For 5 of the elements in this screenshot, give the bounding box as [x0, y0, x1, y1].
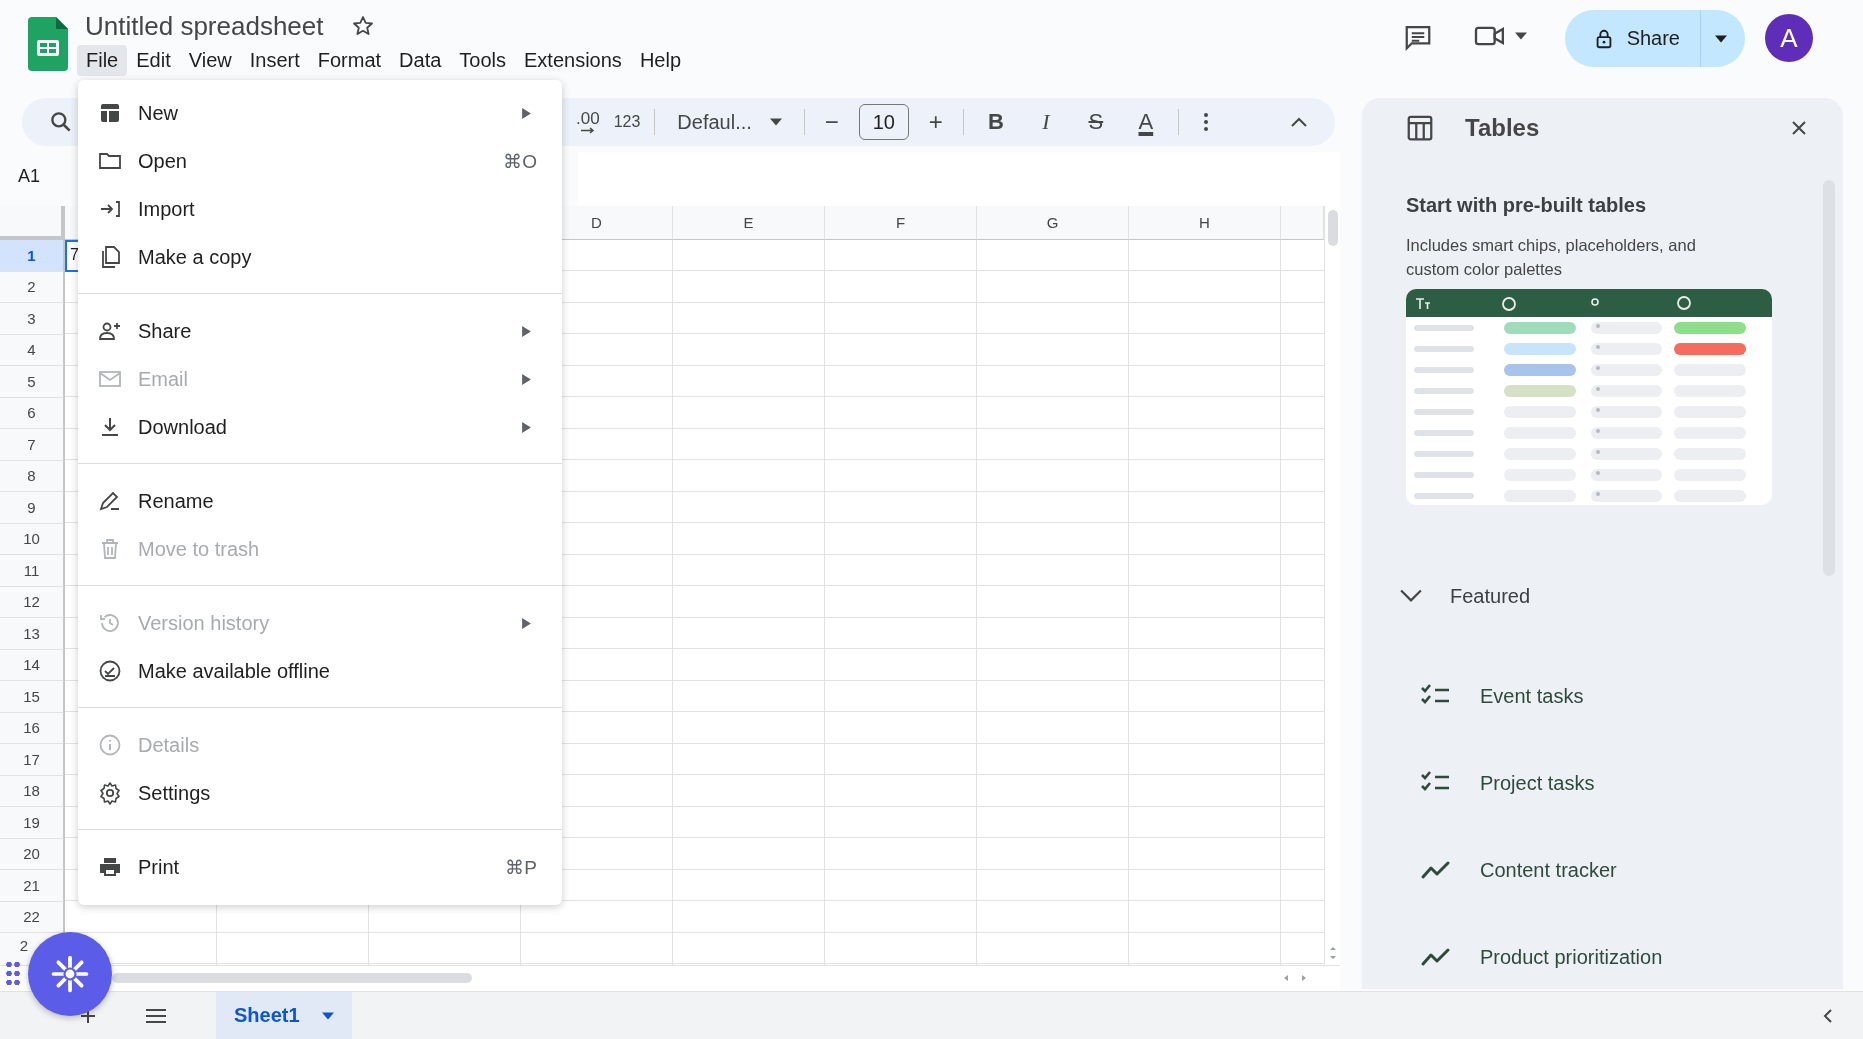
shortcut-text: ⌘P — [505, 855, 537, 879]
panel-title: Tables — [1465, 114, 1540, 142]
panel-heading: Start with pre-built tables — [1406, 194, 1648, 217]
shortcut-text: ⌘O — [503, 149, 537, 173]
panel-description: Includes smart chips, placeholders, and custom color palettes — [1406, 235, 1697, 280]
